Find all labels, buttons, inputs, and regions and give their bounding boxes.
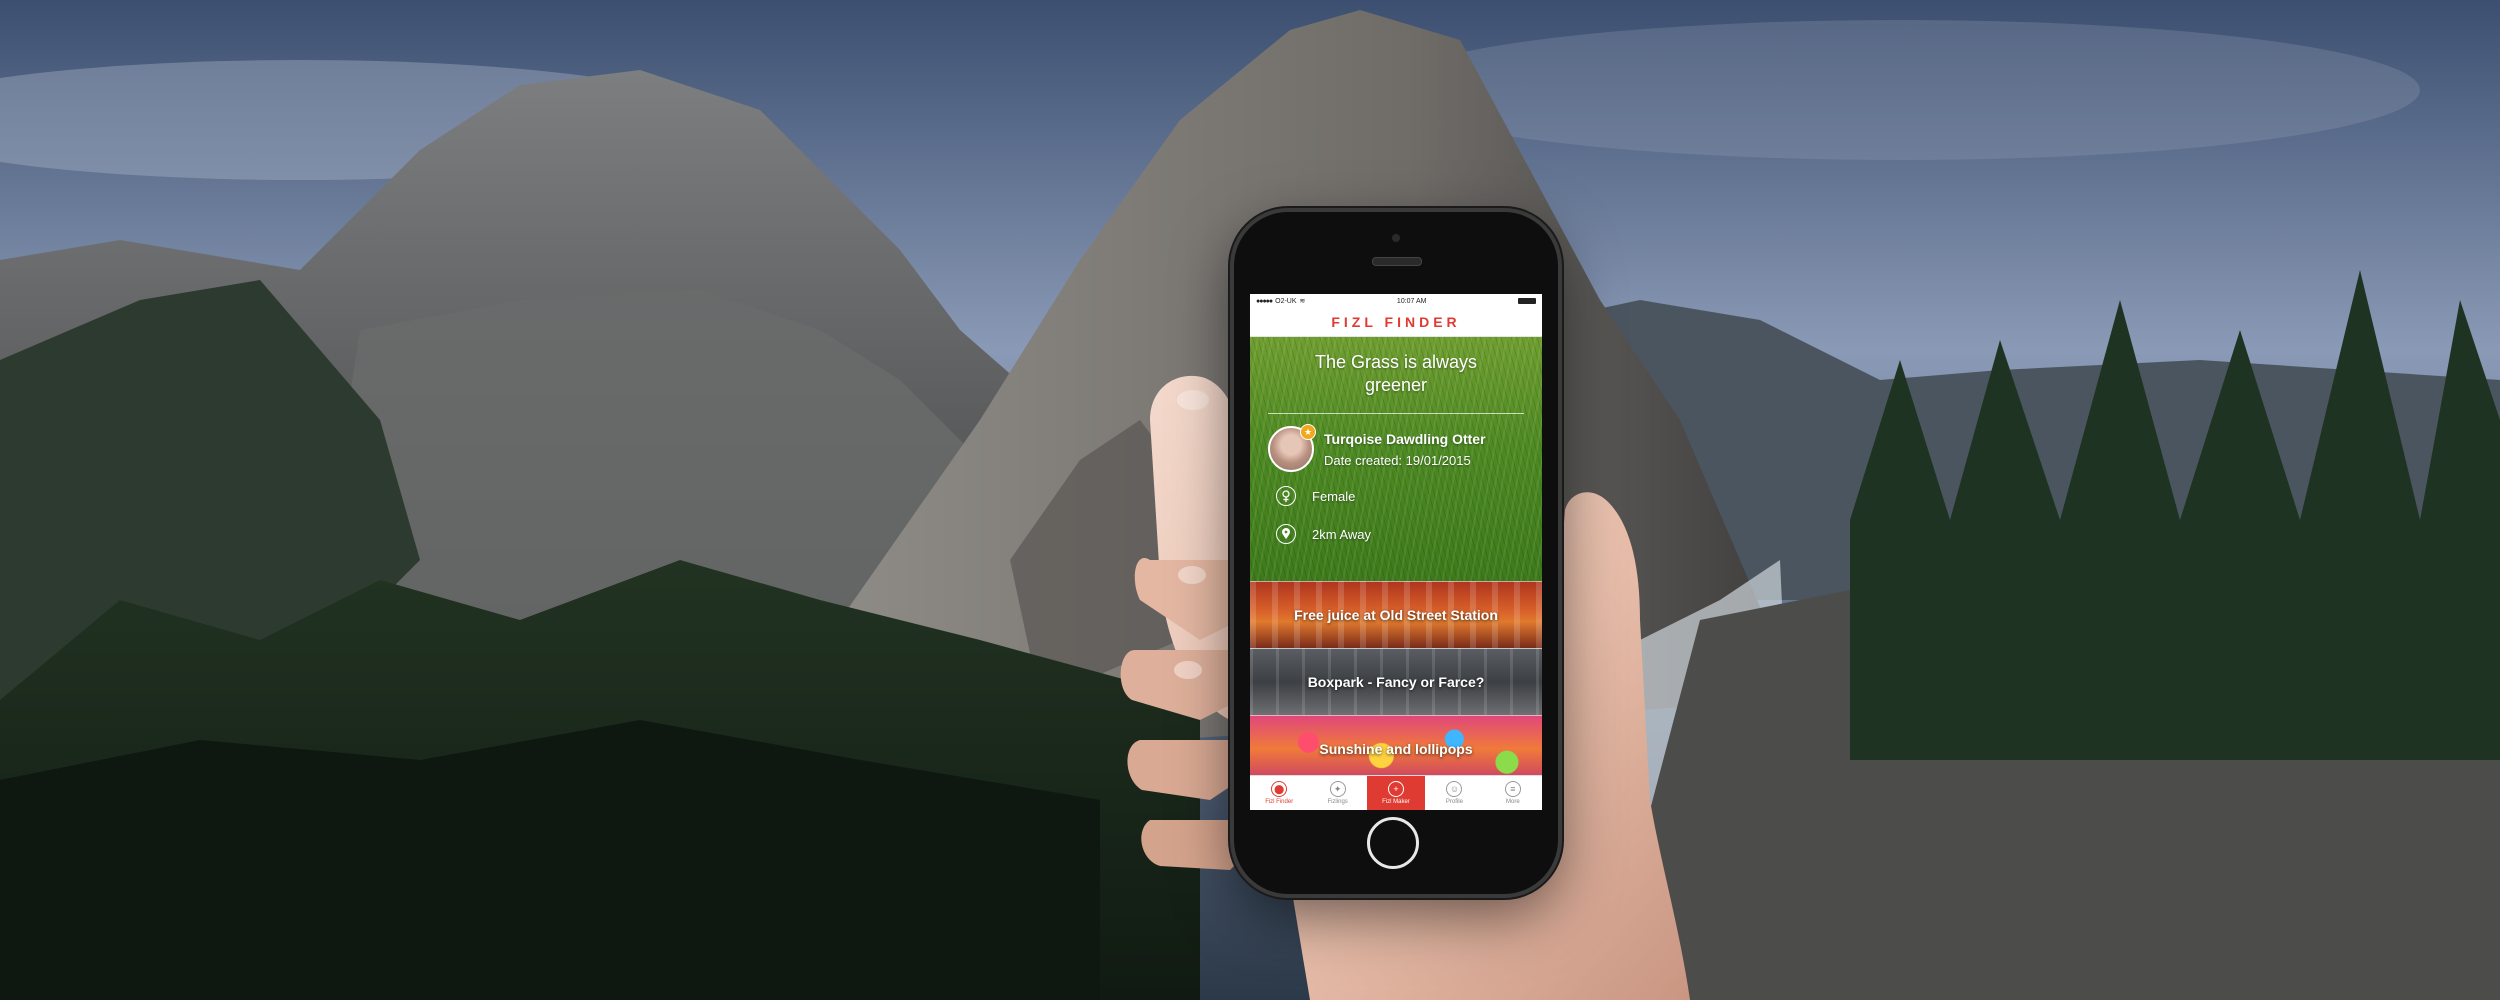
app-screen: ●●●●● O2-UK ≋ 10:07 AM FIZL FINDER The G…: [1250, 294, 1542, 810]
tab-fizl-finder[interactable]: ⬤ Fizl Finder: [1250, 776, 1308, 810]
map-pin-icon: ⬤: [1271, 781, 1288, 797]
tab-label: Fizl Finder: [1265, 799, 1294, 805]
tab-profile[interactable]: ☺ Profile: [1425, 776, 1483, 810]
feed-item[interactable]: Boxpark - Fancy or Farce?: [1250, 648, 1542, 715]
gender-icon: [1276, 486, 1296, 506]
star-badge-icon: ★: [1300, 424, 1316, 440]
feed-item-label: Boxpark - Fancy or Farce?: [1307, 674, 1485, 690]
app-title: FIZL FINDER: [1331, 314, 1461, 330]
compass-icon: ✦: [1329, 781, 1346, 797]
avatar[interactable]: ★: [1268, 424, 1316, 472]
phone-device: ●●●●● O2-UK ≋ 10:07 AM FIZL FINDER The G…: [1234, 212, 1558, 894]
feed-item[interactable]: Sunshine and lollipops: [1250, 715, 1542, 782]
nav-bar: FIZL FINDER: [1250, 308, 1542, 337]
distance-label: 2km Away: [1312, 526, 1372, 542]
status-bar: ●●●●● O2-UK ≋ 10:07 AM: [1250, 294, 1542, 308]
home-button[interactable]: [1367, 817, 1419, 869]
earpiece-speaker: [1372, 257, 1422, 266]
menu-icon: ≡: [1504, 781, 1521, 797]
signal-dots-icon: ●●●●●: [1256, 297, 1273, 305]
user-icon: ☺: [1446, 781, 1463, 797]
carrier-label: O2-UK: [1275, 297, 1297, 305]
front-camera: [1392, 234, 1400, 242]
tab-label: Profile: [1445, 799, 1463, 805]
creator-profile[interactable]: ★ Turqoise Dawdling Otter Date created: …: [1250, 424, 1542, 472]
tab-label: Fizlings: [1327, 799, 1348, 805]
creator-name: Turqoise Dawdling Otter: [1324, 430, 1486, 447]
tab-fizl-maker[interactable]: + Fizl Maker: [1366, 776, 1426, 810]
tab-bar: ⬤ Fizl Finder ✦ Fizlings + Fizl Maker ☺ …: [1250, 775, 1542, 810]
fizl-card[interactable]: The Grass is always greener ★ Turqoise D…: [1250, 337, 1542, 581]
distance-row: 2km Away: [1250, 524, 1542, 544]
tab-label: More: [1505, 799, 1520, 805]
plus-icon: +: [1388, 781, 1405, 797]
feed-item[interactable]: Free juice at Old Street Station: [1250, 581, 1542, 648]
battery-icon: [1518, 298, 1536, 304]
location-pin-icon: [1276, 524, 1296, 544]
clock-label: 10:07 AM: [1396, 297, 1427, 305]
card-divider: [1268, 413, 1524, 414]
feed-item-label: Sunshine and lollipops: [1319, 741, 1473, 757]
wifi-icon: ≋: [1299, 298, 1306, 305]
card-headline: The Grass is always greener: [1314, 352, 1478, 395]
tab-more[interactable]: ≡ More: [1484, 776, 1542, 810]
gender-row: Female: [1250, 486, 1542, 506]
date-created: Date created: 19/01/2015: [1324, 452, 1471, 468]
tab-label: Fizl Maker: [1382, 799, 1410, 805]
gender-label: Female: [1312, 488, 1356, 504]
feed-item-label: Free juice at Old Street Station: [1294, 607, 1498, 623]
tab-fizlings[interactable]: ✦ Fizlings: [1308, 776, 1366, 810]
